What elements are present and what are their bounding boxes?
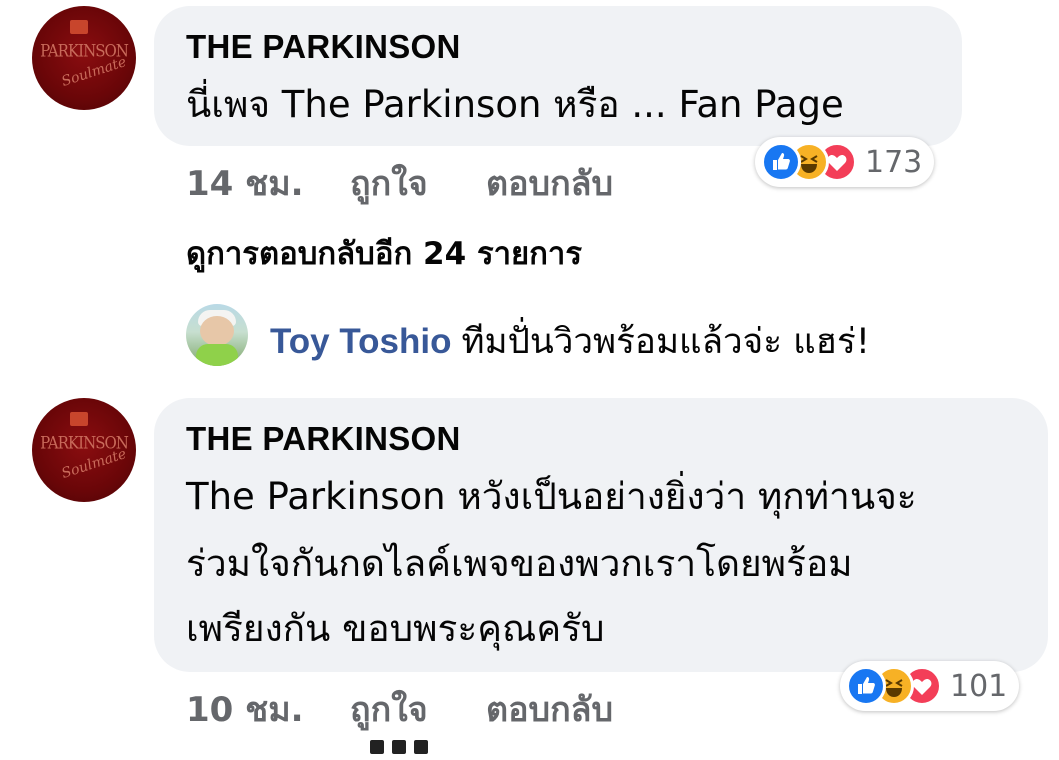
avatar-shirt [196, 344, 238, 366]
reply-button[interactable]: ตอบกลับ [486, 156, 613, 210]
avatar-face [200, 316, 234, 346]
comment-author[interactable]: THE PARKINSON [186, 28, 461, 66]
comment-time[interactable]: 14 ชม. [186, 156, 304, 210]
comment-time[interactable]: 10 ชม. [186, 682, 304, 736]
reaction-count: 101 [950, 668, 1008, 704]
comment-text-line-2: ร่วมใจกันกดไลค์เพจของพวกเราโดยพร้อม [186, 542, 853, 585]
reaction-summary[interactable]: 173 [755, 137, 935, 187]
reply-button[interactable]: ตอบกลับ [486, 682, 613, 736]
page-avatar[interactable]: PARKINSON Soulmate [32, 398, 136, 502]
reply-author[interactable]: Toy Toshio [270, 322, 451, 361]
reply-avatar[interactable] [186, 304, 248, 366]
view-more-replies-link[interactable]: ดูการตอบกลับอีก 24 รายการ [186, 228, 582, 278]
like-icon [761, 142, 801, 182]
like-icon [846, 666, 886, 706]
reaction-summary[interactable]: 101 [840, 661, 1020, 711]
page-avatar[interactable]: PARKINSON Soulmate [32, 6, 136, 110]
comment-text-line-1: The Parkinson หวังเป็นอย่างยิ่งว่า ทุกท่… [186, 475, 917, 518]
comment-author[interactable]: THE PARKINSON [186, 420, 461, 458]
reaction-count: 173 [865, 144, 923, 180]
logo-mark [70, 20, 88, 34]
comment-text-line-3: เพรียงกัน ขอบพระคุณครับ [186, 607, 605, 650]
clipped-next-row [370, 740, 430, 760]
like-button[interactable]: ถูกใจ [350, 682, 428, 736]
like-button[interactable]: ถูกใจ [350, 156, 428, 210]
comment-text: นี่เพจ The Parkinson หรือ ... Fan Page [186, 83, 844, 126]
reply-text: ทีมปั่นวิวพร้อมแล้วจ่ะ แฮร่! [461, 322, 870, 362]
logo-mark [70, 412, 88, 426]
reply-preview[interactable]: Toy Toshio ทีมปั่นวิวพร้อมแล้วจ่ะ แฮร่! [270, 314, 870, 369]
